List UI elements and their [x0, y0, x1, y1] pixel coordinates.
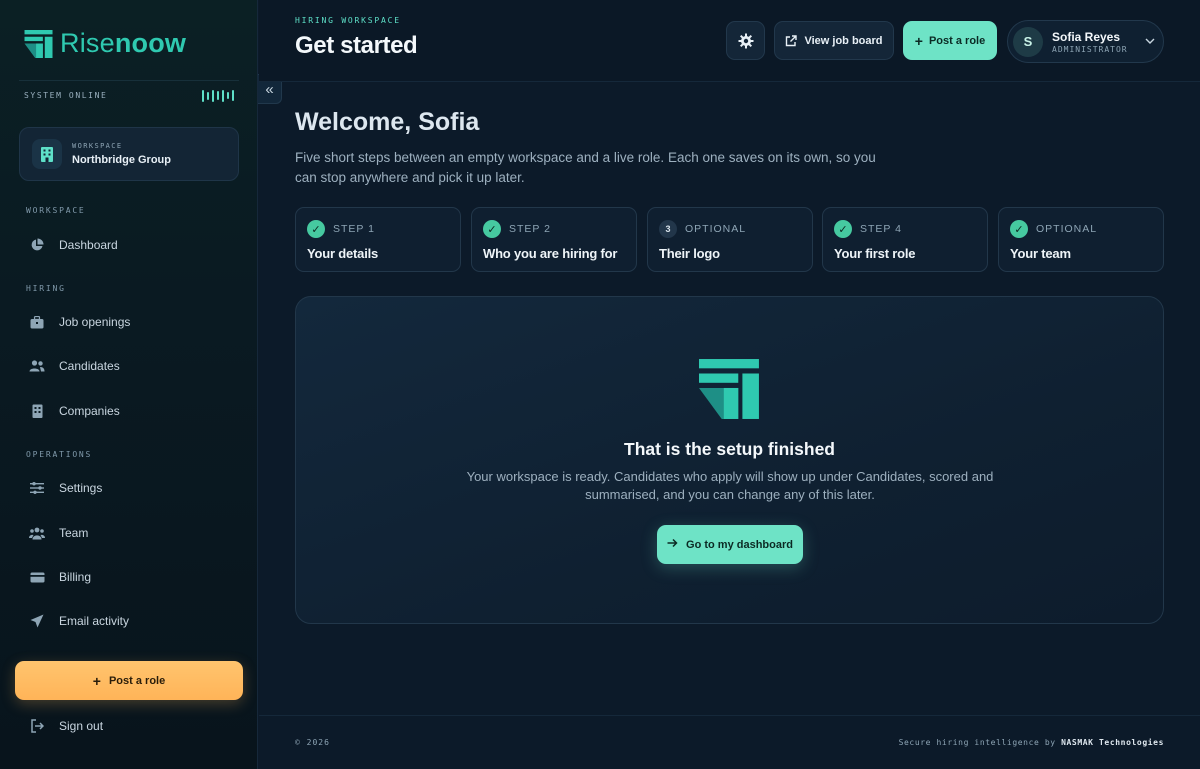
view-job-board-label: View job board	[804, 34, 883, 47]
plus-icon: +	[92, 672, 101, 689]
brand-logo[interactable]: Risenoow	[24, 28, 186, 59]
system-status: SYSTEM ONLINE	[19, 80, 239, 110]
check-icon: ✓	[834, 220, 852, 238]
sidebar-item-companies[interactable]: Companies	[19, 394, 239, 428]
sign-out-icon	[29, 718, 45, 734]
workspace-switcher[interactable]: WORKSPACE Northbridge Group	[19, 127, 239, 181]
user-name: Sofia Reyes	[1052, 29, 1121, 44]
step-title: Your details	[307, 246, 379, 261]
step-card-2[interactable]: ✓ STEP 2 Who you are hiring for	[471, 207, 637, 272]
setup-complete-card: That is the setup finished Your workspac…	[295, 296, 1164, 624]
sidebar-item-label: Job openings	[59, 315, 131, 329]
check-icon: ✓	[1010, 220, 1028, 238]
sidebar-item-label: Team	[59, 526, 89, 540]
step-label: OPTIONAL	[1036, 223, 1098, 235]
copyright: © 2026	[295, 738, 330, 747]
sidebar-item-candidates[interactable]: Candidates	[19, 349, 239, 383]
gear-icon	[738, 33, 753, 48]
sign-out-label: Sign out	[59, 719, 104, 733]
avatar: S	[1013, 26, 1043, 57]
sidebar-item-email-activity[interactable]: Email activity	[19, 604, 239, 638]
risenoow-logo-icon	[24, 29, 53, 58]
user-menu[interactable]: S Sofia Reyes ADMINISTRATOR	[1007, 20, 1164, 63]
step-number-badge: 3	[659, 220, 677, 238]
sliders-icon	[29, 480, 45, 496]
briefcase-icon	[29, 314, 45, 330]
step-card-3[interactable]: 3 OPTIONAL Their logo	[647, 207, 813, 272]
sidebar-item-label: Settings	[59, 481, 103, 495]
powered-by-prefix: Secure hiring intelligence by	[898, 738, 1056, 747]
paper-plane-icon	[29, 613, 45, 629]
top-header: HIRING WORKSPACE Get started View job bo…	[259, 0, 1200, 82]
step-label: STEP 4	[860, 223, 902, 235]
workspace-name: Northbridge Group	[72, 154, 171, 166]
user-role: ADMINISTRATOR	[1052, 44, 1128, 54]
system-status-label: SYSTEM ONLINE	[24, 91, 108, 100]
team-icon	[29, 525, 45, 541]
page-title: Get started	[295, 32, 418, 59]
sidebar-item-dashboard[interactable]: Dashboard	[19, 228, 239, 262]
footer: © 2026 Secure hiring intelligence by NAS…	[259, 715, 1200, 769]
welcome-heading: Welcome, Sofia	[295, 108, 480, 136]
step-label: OPTIONAL	[685, 223, 747, 235]
building-icon	[32, 139, 62, 169]
check-icon: ✓	[483, 220, 501, 238]
sidebar-item-billing[interactable]: Billing	[19, 560, 239, 594]
powered-by: Secure hiring intelligence by NASMAK Tec…	[899, 738, 1164, 747]
post-role-label: Post a role	[928, 34, 986, 47]
powered-by-company[interactable]: NASMAK Technologies	[1061, 738, 1164, 747]
pie-chart-icon	[29, 237, 45, 253]
step-label: STEP 1	[333, 223, 375, 235]
section-label-operations: OPERATIONS	[26, 450, 93, 459]
go-to-dashboard-label: Go to my dashboard	[686, 538, 793, 551]
workspace-label: WORKSPACE	[72, 142, 123, 150]
arrow-right-icon	[667, 538, 678, 551]
signal-bars-icon	[202, 89, 234, 102]
sidebar-item-job-openings[interactable]: Job openings	[19, 305, 239, 339]
brand-wordmark: Risenoow	[60, 28, 187, 58]
sidebar-item-label: Email activity	[59, 614, 130, 628]
setup-complete-text: Your workspace is ready. Candidates who …	[466, 469, 994, 502]
header-post-role-button[interactable]: + Post a role	[903, 21, 997, 60]
sidebar-item-label: Companies	[59, 404, 120, 418]
sidebar-item-label: Dashboard	[59, 238, 118, 252]
step-card-4[interactable]: ✓ STEP 4 Your first role	[822, 207, 988, 272]
sidebar-item-team[interactable]: Team	[19, 516, 239, 550]
sidebar-item-settings[interactable]: Settings	[19, 471, 239, 505]
step-label: STEP 2	[509, 223, 551, 235]
double-chevron-left-icon: «	[265, 80, 274, 98]
users-icon	[29, 358, 45, 374]
setup-complete-title: That is the setup finished	[624, 439, 835, 459]
view-job-board-button[interactable]: View job board	[774, 21, 894, 60]
step-card-5[interactable]: ✓ OPTIONAL Your team	[998, 207, 1164, 272]
credit-card-icon	[29, 569, 45, 585]
sidebar-item-label: Billing	[59, 570, 92, 584]
check-icon: ✓	[307, 220, 325, 238]
post-role-label: Post a role	[108, 674, 166, 687]
chevron-down-icon	[1145, 36, 1155, 47]
intro-text: Five short steps between an empty worksp…	[295, 150, 876, 185]
step-title: Your first role	[834, 246, 916, 261]
risenoow-logo-icon	[699, 359, 759, 419]
step-card-1[interactable]: ✓ STEP 1 Your details	[295, 207, 461, 272]
section-label-hiring: HIRING	[26, 284, 66, 293]
step-title: Their logo	[659, 246, 720, 261]
sign-out-button[interactable]: Sign out	[29, 718, 103, 734]
step-title: Who you are hiring for	[483, 246, 618, 261]
settings-button[interactable]	[726, 21, 765, 60]
section-label-workspace: WORKSPACE	[26, 206, 86, 215]
plus-icon: +	[914, 32, 923, 49]
external-link-icon	[786, 34, 798, 46]
header-eyebrow: HIRING WORKSPACE	[295, 16, 401, 25]
go-to-dashboard-button[interactable]: Go to my dashboard	[657, 525, 803, 564]
step-title: Your team	[1010, 246, 1071, 261]
building-icon	[29, 403, 45, 419]
sidebar-item-label: Candidates	[59, 359, 120, 373]
sidebar: Risenoow SYSTEM ONLINE WORKSPACE Northbr…	[0, 0, 258, 769]
sidebar-post-role-button[interactable]: + Post a role	[15, 661, 243, 700]
